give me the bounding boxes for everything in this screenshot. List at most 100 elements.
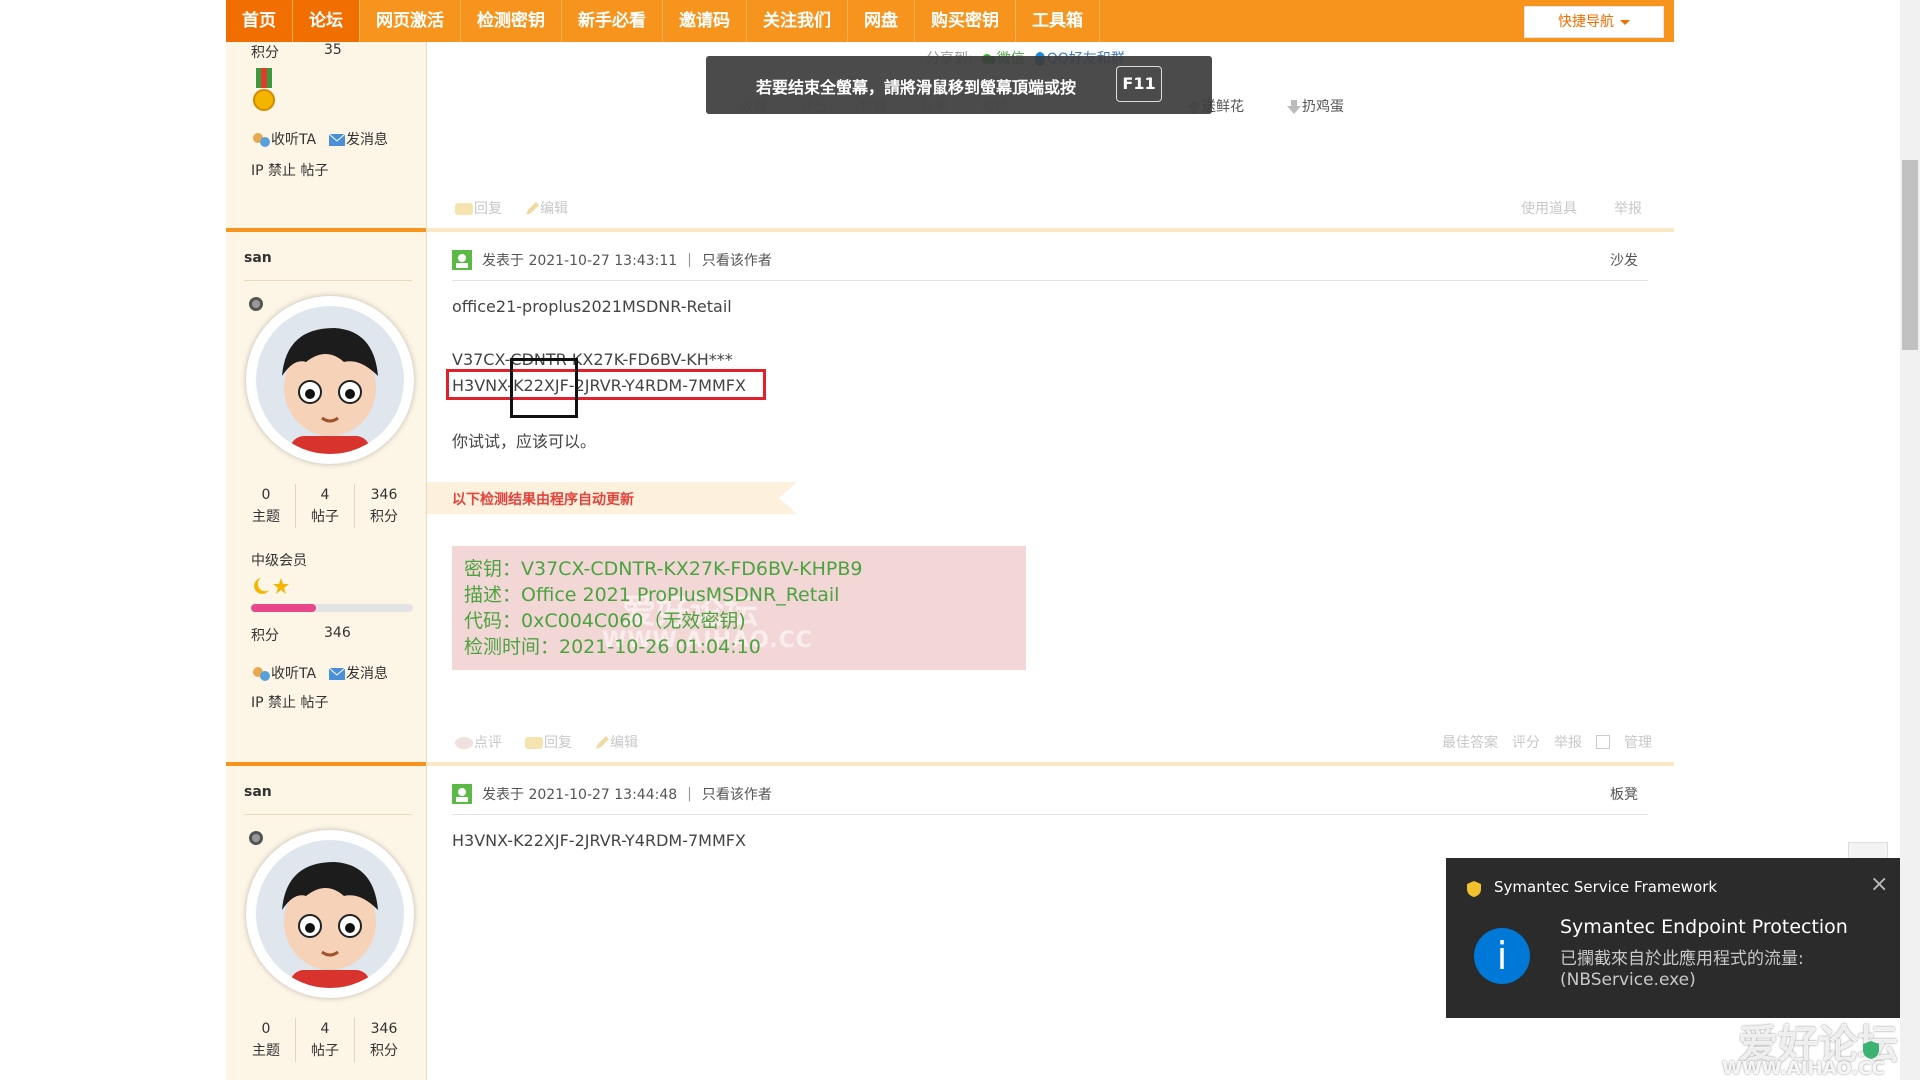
separator-accent <box>226 228 426 232</box>
follow-button[interactable]: 收听TA <box>251 129 316 149</box>
nav-web-activation[interactable]: 网页激活 <box>360 0 461 42</box>
post1-actions-right: 最佳答案 评分 举报 管理 <box>1442 732 1652 752</box>
stat-threads[interactable]: 0 主题 <box>237 1018 296 1062</box>
nav-follow-us[interactable]: 关注我们 <box>747 0 848 42</box>
scrollbar-thumb[interactable] <box>1902 160 1918 350</box>
member-rank: 中级会员 <box>251 553 307 569</box>
online-user-icon <box>452 250 472 270</box>
post2-time: 发表于 2021-10-27 13:44:48 <box>482 787 678 803</box>
stat-posts[interactable]: 4 帖子 <box>296 1018 355 1062</box>
post2-username[interactable]: san <box>244 784 272 800</box>
edit-button[interactable]: 编辑 <box>524 198 568 218</box>
post1-edit-button[interactable]: 编辑 <box>594 732 638 752</box>
post2-floor[interactable]: 板凳 <box>1610 784 1638 804</box>
post2-avatar[interactable] <box>246 830 414 998</box>
post1-username[interactable]: san <box>244 250 272 266</box>
message-button[interactable]: 发消息 <box>328 129 388 149</box>
nav-newbie[interactable]: 新手必看 <box>562 0 663 42</box>
nav-home[interactable]: 首页 <box>226 0 293 42</box>
nav-forum[interactable]: 论坛 <box>293 0 360 42</box>
post1-reply-button[interactable]: 回复 <box>524 732 572 752</box>
reply-icon <box>455 203 473 215</box>
nav-toolbox[interactable]: 工具箱 <box>1016 0 1100 42</box>
post2-header-divider <box>452 814 1648 815</box>
quick-nav-button[interactable]: 快捷导航 <box>1524 6 1664 38</box>
toast-app-name: Symantec Service Framework <box>1494 878 1718 896</box>
post1-only-author-link[interactable]: 只看该作者 <box>702 250 772 270</box>
post1-time: 发表于 2021-10-27 13:43:11 <box>482 253 678 269</box>
use-tool-button[interactable]: 使用道具 <box>1521 198 1577 218</box>
admin-links[interactable]: IP 禁止 帖子 <box>251 160 328 180</box>
nav-bar: 首页 论坛 网页激活 检测密钥 新手必看 邀请码 关注我们 网盘 购买密钥 工具… <box>226 0 1100 42</box>
stat-points[interactable]: 346 积分 <box>355 1018 413 1062</box>
post2-only-author-link[interactable]: 只看该作者 <box>702 784 772 804</box>
best-answer-button[interactable]: 最佳答案 <box>1442 732 1498 752</box>
follow-icon <box>253 667 270 681</box>
username-divider <box>244 814 412 815</box>
separator-accent <box>226 762 426 766</box>
nav-check-key[interactable]: 检测密钥 <box>461 0 562 42</box>
post1-follow-button[interactable]: 收听TA <box>251 663 316 683</box>
points-value: 35 <box>324 42 342 58</box>
result-desc: 描述：Office 2021 ProPlusMSDNR_Retail <box>464 584 840 606</box>
prev-post-actions: 回复 编辑 <box>454 198 568 218</box>
auto-update-banner: 以下检测结果由程序自动更新 <box>427 482 797 514</box>
stat-threads[interactable]: 0 主题 <box>237 484 296 528</box>
report-button[interactable]: 举报 <box>1614 198 1642 218</box>
rank-progress-bar <box>251 604 413 612</box>
security-shield-icon <box>1862 1040 1880 1064</box>
stat-posts[interactable]: 4 帖子 <box>296 484 355 528</box>
post1-stats: 0 主题 4 帖子 346 积分 <box>237 484 413 528</box>
result-key: 密钥：V37CX-CDNTR-KX27K-FD6BV-KHPB9 <box>464 558 863 580</box>
rank-progress-fill <box>251 604 316 612</box>
post1-floor[interactable]: 沙发 <box>1610 250 1638 270</box>
mail-icon <box>328 667 346 680</box>
quick-nav-label: 快捷导航 <box>1558 14 1614 30</box>
post1-message-button[interactable]: 发消息 <box>328 663 388 683</box>
close-icon[interactable]: × <box>1870 872 1888 897</box>
nav-buy-key[interactable]: 购买密钥 <box>915 0 1016 42</box>
reply-button[interactable]: 回复 <box>454 198 502 218</box>
avatar-cartoon-face <box>256 306 404 454</box>
manage-checkbox[interactable] <box>1596 735 1610 749</box>
nav-netdisk[interactable]: 网盘 <box>848 0 915 42</box>
top-navigation: 首页 论坛 网页激活 检测密钥 新手必看 邀请码 关注我们 网盘 购买密钥 工具… <box>226 0 1674 42</box>
post2-stats: 0 主题 4 帖子 346 积分 <box>237 1018 413 1062</box>
fullscreen-hint-text: 若要结束全螢幕，請將滑鼠移到螢幕頂端或按 <box>756 78 1077 97</box>
reply-icon <box>525 737 543 749</box>
post1-rate-button[interactable]: 评分 <box>1512 732 1540 752</box>
comment-icon <box>455 737 473 749</box>
offline-status-icon <box>248 296 264 316</box>
pencil-icon <box>526 202 539 215</box>
result-lines: 密钥：V37CX-CDNTR-KX27K-FD6BV-KHPB9 描述：Offi… <box>464 556 863 660</box>
fullscreen-hint: 若要结束全螢幕，請將滑鼠移到螢幕頂端或按 F11 <box>706 56 1212 114</box>
username-divider <box>244 280 412 281</box>
manage-button[interactable]: 管理 <box>1624 732 1652 752</box>
post2-body: H3VNX-K22XJF-2JRVR-Y4RDM-7MMFX <box>452 831 746 850</box>
notification-toast[interactable]: Symantec Service Framework × i Symantec … <box>1446 858 1906 1018</box>
meta-separator: | <box>687 786 692 802</box>
post1-header-divider <box>452 280 1648 281</box>
key-check-result: 爱好论坛 WWW.AIHAO.CC 密钥：V37CX-CDNTR-KX27K-F… <box>452 546 1026 670</box>
rank-moon-star-icon <box>251 576 291 600</box>
comment-button[interactable]: 点评 <box>454 732 502 752</box>
info-icon: i <box>1474 928 1530 984</box>
post2-meta: 发表于 2021-10-27 13:44:48 | 只看该作者 <box>452 784 772 804</box>
post1-avatar[interactable] <box>246 296 414 464</box>
post1-admin-links[interactable]: IP 禁止 帖子 <box>251 692 328 712</box>
post1-user-actions: 收听TA 发消息 <box>251 663 388 683</box>
shield-icon <box>1466 880 1482 902</box>
throw-egg-button[interactable]: 扔鸡蛋 <box>1286 96 1344 116</box>
stat-points[interactable]: 346 积分 <box>355 484 413 528</box>
auto-update-text: 以下检测结果由程序自动更新 <box>452 492 634 508</box>
post1-points-label: 积分 <box>251 628 279 644</box>
offline-status-icon <box>248 830 264 850</box>
nav-invite-code[interactable]: 邀请码 <box>663 0 747 42</box>
result-time: 检测时间：2021-10-26 01:04:10 <box>464 636 761 658</box>
post1-meta: 发表于 2021-10-27 13:43:11 | 只看该作者 <box>452 250 772 270</box>
medal-icon <box>252 68 276 116</box>
post1-report-button[interactable]: 举报 <box>1554 732 1582 752</box>
toast-line2: (NBService.exe) <box>1560 970 1696 990</box>
online-user-icon <box>452 784 472 804</box>
post1-actions: 点评 回复 编辑 <box>454 732 638 752</box>
